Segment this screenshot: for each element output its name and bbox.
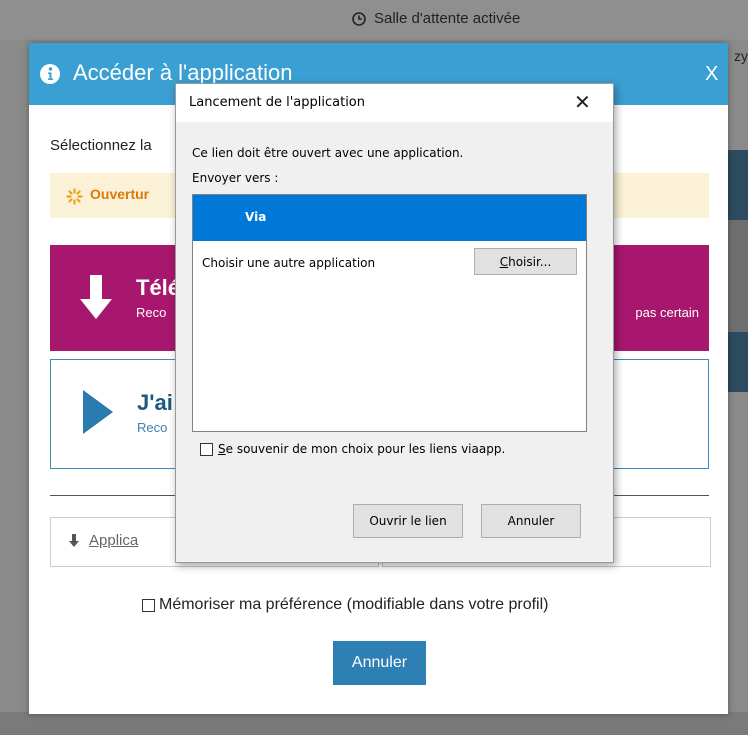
app-list-item-via[interactable]: Via [193, 195, 586, 241]
remember-preference-label: Mémoriser ma préférence (modifiable dans… [159, 596, 549, 613]
choose-application-button[interactable]: Choisir... [474, 248, 577, 275]
spinner-icon [66, 188, 83, 205]
remember-preference-row[interactable]: Mémoriser ma préférence (modifiable dans… [142, 596, 548, 614]
remember-choice-accel: S [218, 442, 226, 456]
opening-status-text: Ouvertur [90, 186, 150, 202]
remember-choice-row[interactable]: Se souvenir de mon choix pour les liens … [200, 442, 505, 456]
application-list[interactable]: Via Choisir une autre application Choisi… [192, 194, 587, 432]
remember-preference-checkbox[interactable] [142, 598, 155, 612]
remember-choice-label: Se souvenir de mon choix pour les liens … [218, 442, 505, 456]
dialog-title: Lancement de l'application [189, 95, 366, 110]
launch-application-dialog: Lancement de l'application ✕ Ce lien doi… [175, 83, 614, 563]
send-to-label: Envoyer vers : [192, 171, 279, 185]
dialog-message: Ce lien doit être ouvert avec une applic… [192, 146, 464, 160]
modal-subtitle: Sélectionnez la [50, 137, 152, 154]
remember-choice-text: e souvenir de mon choix pour les liens v… [225, 442, 506, 456]
waiting-room-label: Salle d'attente activée [374, 10, 521, 27]
installed-card-subtitle: Reco [137, 420, 168, 435]
remember-choice-checkbox[interactable] [200, 442, 213, 456]
download-card-title: Télé [136, 275, 181, 300]
installed-card-title: J'ai [137, 390, 173, 415]
download-card-subtitle: Reco [136, 305, 167, 320]
info-icon [40, 64, 60, 84]
choose-button-label: hoisir... [508, 254, 552, 269]
dialog-cancel-button[interactable]: Annuler [481, 504, 581, 538]
play-icon [83, 390, 113, 434]
download-arrow-icon [80, 275, 112, 319]
download-icon [69, 534, 79, 547]
app-list-item-label: Choisir une autre application [202, 256, 376, 270]
background-edge-text: zy [734, 48, 748, 64]
app-list-item-other[interactable]: Choisir une autre application Choisir... [193, 241, 586, 287]
background-bottom-bar [0, 712, 748, 735]
waiting-room-status: Salle d'attente activée [352, 10, 520, 27]
download-card-subtitle-end: pas certain [635, 305, 699, 320]
app-list-item-label: Via [245, 210, 267, 224]
open-link-button[interactable]: Ouvrir le lien [353, 504, 463, 538]
modal-cancel-button[interactable]: Annuler [333, 641, 426, 685]
application-link-label[interactable]: Applica [89, 532, 138, 549]
choose-button-accel: C [499, 254, 509, 269]
dialog-titlebar: Lancement de l'application ✕ [176, 84, 613, 122]
dialog-close-button[interactable]: ✕ [574, 90, 591, 114]
clock-icon [352, 11, 366, 26]
modal-close-button[interactable]: X [705, 63, 718, 86]
